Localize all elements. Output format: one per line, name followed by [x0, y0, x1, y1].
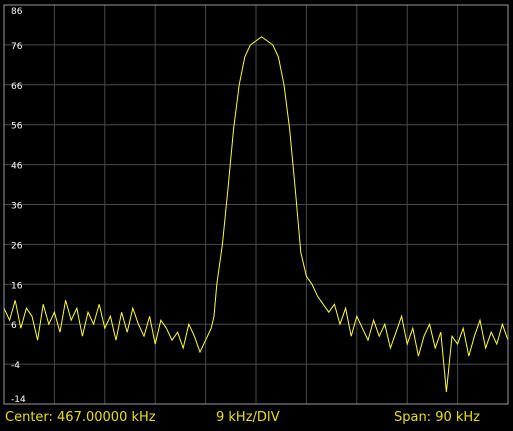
spectrum-display: 86766656463626166-4-14: [0, 0, 513, 431]
y-tick-label: 86: [11, 7, 23, 17]
per-division-readout: 9 kHz/DIV: [216, 410, 280, 425]
y-tick-label: 36: [11, 202, 23, 212]
y-tick-label: 66: [11, 82, 23, 92]
y-tick-label: 6: [11, 321, 17, 331]
y-tick-label: 26: [11, 241, 23, 251]
y-tick-label: 16: [11, 281, 23, 291]
y-tick-label: 56: [11, 122, 23, 132]
y-tick-label: 76: [11, 42, 23, 52]
span-readout: Span: 90 kHz: [393, 410, 480, 425]
y-tick-label: -4: [11, 361, 20, 371]
y-tick-label: 46: [11, 162, 23, 172]
center-frequency-readout: Center: 467.00000 kHz: [5, 410, 156, 425]
